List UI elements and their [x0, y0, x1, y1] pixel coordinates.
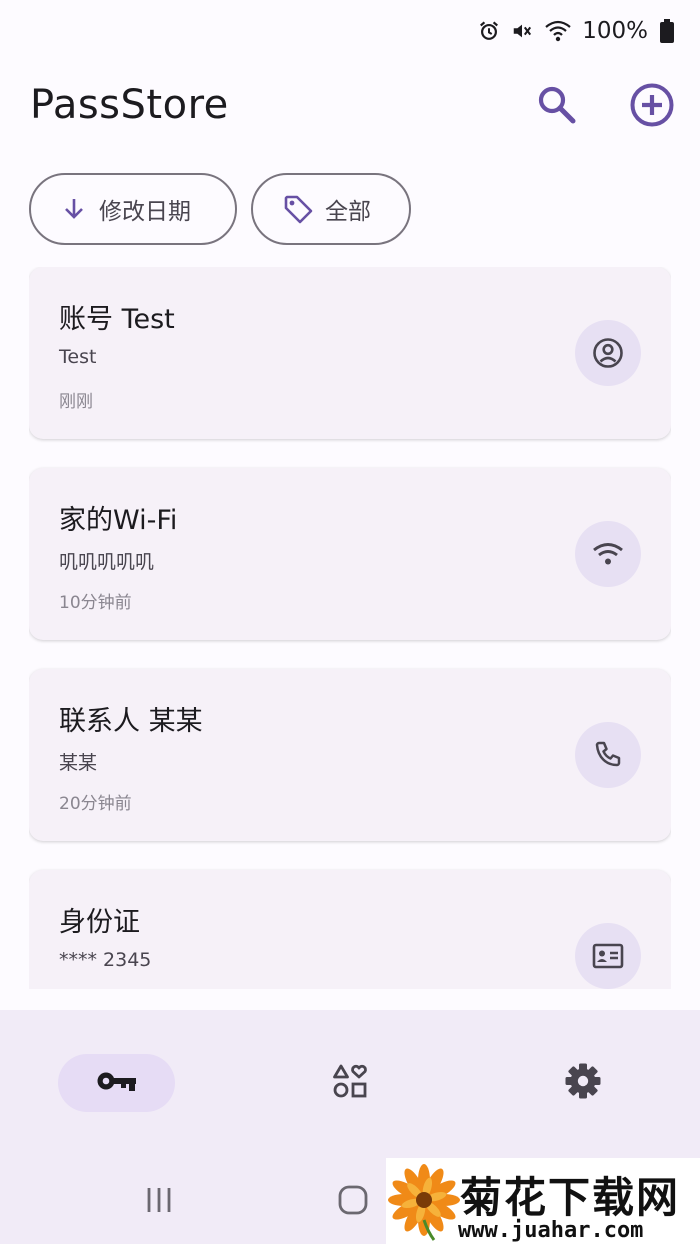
- nav-passwords[interactable]: [58, 1054, 175, 1112]
- entry-subtitle: 某某: [59, 752, 98, 774]
- entry-title: 身份证: [59, 907, 140, 938]
- tag-filter-chip[interactable]: 全部: [251, 173, 411, 245]
- entry-card-account[interactable]: 账号 Test Test 刚刚: [29, 267, 671, 439]
- wifi-icon: [575, 521, 641, 587]
- entry-subtitle: **** 2345: [59, 949, 152, 971]
- wifi-icon: [544, 19, 572, 43]
- entry-card-wifi[interactable]: 家的Wi-Fi 叽叽叽叽叽 10分钟前: [29, 468, 671, 640]
- settings-gear-icon: [564, 1062, 602, 1104]
- entry-title: 联系人 某某: [59, 706, 203, 737]
- bottom-navigation: [0, 1010, 700, 1158]
- recent-apps-icon: [144, 1185, 174, 1219]
- id-card-icon: [575, 923, 641, 989]
- sort-chip-label: 修改日期: [99, 199, 191, 225]
- entry-title: 家的Wi-Fi: [59, 505, 178, 536]
- search-icon: [536, 84, 578, 130]
- entry-subtitle: 叽叽叽叽叽: [59, 551, 155, 573]
- tag-icon: [283, 194, 313, 224]
- nav-categories[interactable]: [320, 1054, 380, 1112]
- battery-icon: [660, 19, 674, 43]
- account-circle-icon: [575, 320, 641, 386]
- phone-icon: [575, 722, 641, 788]
- add-button[interactable]: [627, 82, 677, 132]
- app-title: PassStore: [30, 82, 229, 128]
- alarm-icon: [478, 20, 500, 42]
- flower-logo-icon: [388, 1162, 460, 1244]
- arrow-down-icon: [61, 196, 87, 222]
- categories-icon: [332, 1063, 368, 1103]
- entry-subtitle: Test: [59, 346, 97, 368]
- recent-apps-button[interactable]: [134, 1180, 184, 1224]
- tag-chip-label: 全部: [325, 199, 371, 225]
- sort-chip[interactable]: 修改日期: [29, 173, 237, 245]
- watermark-title: 菊花下载网: [460, 1173, 681, 1222]
- vibrate-mute-icon: [510, 20, 534, 42]
- status-bar: 100%: [0, 0, 700, 60]
- entry-time: 10分钟前: [59, 593, 132, 613]
- entry-time: 刚刚: [59, 392, 93, 412]
- battery-percent: 100%: [582, 18, 648, 44]
- home-icon: [337, 1184, 369, 1220]
- add-circle-icon: [629, 82, 675, 132]
- watermark-url: www.juahar.com: [458, 1218, 644, 1243]
- nav-settings[interactable]: [553, 1054, 613, 1112]
- entry-card-contact[interactable]: 联系人 某某 某某 20分钟前: [29, 669, 671, 841]
- search-button[interactable]: [532, 82, 582, 132]
- entry-title: 账号 Test: [59, 304, 175, 335]
- entry-time: 20分钟前: [59, 794, 132, 814]
- entry-card-id[interactable]: 身份证 **** 2345: [29, 870, 671, 989]
- entry-list[interactable]: 账号 Test Test 刚刚 家的Wi-Fi 叽叽叽叽叽 10分钟前 联系人 …: [29, 267, 671, 989]
- home-button[interactable]: [330, 1180, 376, 1224]
- key-icon: [96, 1069, 138, 1097]
- watermark: 菊花下载网 www.juahar.com: [386, 1158, 700, 1244]
